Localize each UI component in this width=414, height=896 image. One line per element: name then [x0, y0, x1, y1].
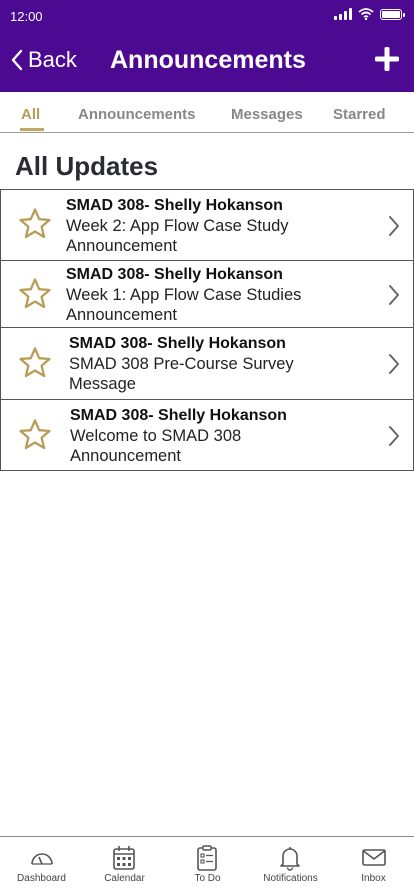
bottom-tab-bar: Dashboard Calendar To Do Notifications I…	[0, 836, 414, 896]
tab-announcements[interactable]: Announcements	[78, 106, 196, 123]
star-icon[interactable]	[18, 207, 52, 241]
chevron-right-icon	[389, 354, 399, 374]
item-type: Announcement	[70, 447, 181, 465]
star-icon[interactable]	[18, 277, 52, 311]
item-texts: SMAD 308- Shelly Hokanson SMAD 308 Pre-C…	[69, 334, 294, 394]
item-texts: SMAD 308- Shelly Hokanson Week 2: App Fl…	[66, 196, 289, 256]
tab-starred[interactable]: Starred	[333, 106, 386, 123]
wifi-icon	[358, 8, 374, 20]
clipboard-icon	[197, 845, 217, 871]
item-course: SMAD 308- Shelly Hokanson	[66, 266, 283, 283]
section-title: All Updates	[15, 151, 159, 181]
calendar-icon	[113, 846, 135, 870]
filter-tabs: All Announcements Messages Starred	[0, 98, 414, 133]
status-bar: 12:00	[0, 0, 414, 34]
status-time: 12:00	[10, 9, 43, 24]
bell-icon	[280, 847, 300, 871]
list-item[interactable]: SMAD 308- Shelly Hokanson Week 2: App Fl…	[0, 189, 414, 260]
tab-messages[interactable]: Messages	[231, 106, 303, 123]
list-item[interactable]: SMAD 308- Shelly Hokanson SMAD 308 Pre-C…	[0, 327, 414, 399]
item-texts: SMAD 308- Shelly Hokanson Welcome to SMA…	[70, 406, 287, 466]
tabbar-notifications[interactable]: Notifications	[249, 837, 332, 896]
list-item[interactable]: SMAD 308- Shelly Hokanson Welcome to SMA…	[0, 399, 414, 471]
star-icon[interactable]	[18, 418, 52, 452]
tabbar-calendar[interactable]: Calendar	[83, 837, 166, 896]
tabbar-label: Calendar	[104, 873, 145, 884]
plus-icon	[375, 47, 399, 71]
list-item[interactable]: SMAD 308- Shelly Hokanson Week 1: App Fl…	[0, 260, 414, 327]
chevron-left-icon	[11, 49, 23, 71]
envelope-icon	[362, 849, 386, 866]
tab-all[interactable]: All	[21, 106, 40, 123]
tabbar-label: Inbox	[361, 873, 386, 884]
updates-list: SMAD 308- Shelly Hokanson Week 2: App Fl…	[0, 189, 414, 471]
app-header: 12:00 Back Announcements	[0, 0, 414, 92]
item-texts: SMAD 308- Shelly Hokanson Week 1: App Fl…	[66, 265, 301, 325]
status-icons	[334, 8, 405, 20]
tabbar-todo[interactable]: To Do	[166, 837, 249, 896]
add-button[interactable]	[374, 46, 400, 72]
tabbar-label: Notifications	[263, 873, 318, 884]
item-type: Announcement	[66, 237, 177, 255]
item-type: Message	[69, 375, 136, 393]
tabbar-inbox[interactable]: Inbox	[332, 837, 414, 896]
back-button[interactable]: Back	[10, 44, 77, 76]
item-type: Announcement	[66, 306, 177, 324]
chevron-right-icon	[389, 216, 399, 236]
gauge-icon	[31, 853, 53, 865]
star-icon[interactable]	[18, 346, 52, 380]
item-course: SMAD 308- Shelly Hokanson	[70, 407, 287, 424]
signal-icon	[334, 8, 352, 20]
active-tab-indicator	[20, 128, 44, 131]
item-title: SMAD 308 Pre-Course Survey	[69, 355, 294, 373]
tabbar-label: To Do	[194, 873, 221, 884]
battery-icon	[380, 8, 405, 20]
tabbar-label: Dashboard	[17, 873, 66, 884]
back-label: Back	[28, 47, 77, 72]
tabbar-dashboard[interactable]: Dashboard	[0, 837, 83, 896]
chevron-right-icon	[389, 426, 399, 446]
item-course: SMAD 308- Shelly Hokanson	[69, 335, 286, 352]
item-title: Week 2: App Flow Case Study	[66, 217, 289, 235]
page-title: Announcements	[110, 46, 306, 74]
item-title: Week 1: App Flow Case Studies	[66, 286, 302, 304]
chevron-right-icon	[389, 285, 399, 305]
item-course: SMAD 308- Shelly Hokanson	[66, 197, 283, 214]
item-title: Welcome to SMAD 308	[70, 427, 242, 445]
